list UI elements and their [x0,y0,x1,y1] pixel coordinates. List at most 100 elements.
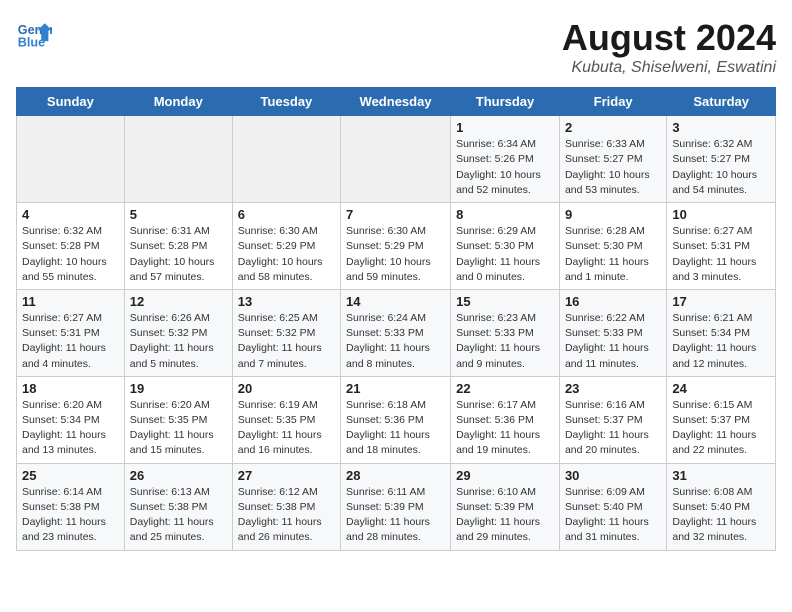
day-number: 14 [346,294,445,309]
calendar-cell: 30 Sunrise: 6:09 AM Sunset: 5:40 PM Dayli… [559,463,666,550]
day-info: Sunrise: 6:25 AM Sunset: 5:32 PM Dayligh… [238,311,335,372]
calendar-cell: 12 Sunrise: 6:26 AM Sunset: 5:32 PM Dayli… [124,289,232,376]
calendar-cell: 11Sunrise: 6:27 AM Sunset: 5:31 PM Dayli… [17,289,125,376]
calendar-cell: 18Sunrise: 6:20 AM Sunset: 5:34 PM Dayli… [17,376,125,463]
day-info: Sunrise: 6:13 AM Sunset: 5:38 PM Dayligh… [130,485,227,546]
day-number: 30 [565,468,661,483]
day-number: 31 [672,468,770,483]
weekday-header-sunday: Sunday [17,88,125,116]
day-info: Sunrise: 6:23 AM Sunset: 5:33 PM Dayligh… [456,311,554,372]
day-number: 15 [456,294,554,309]
day-info: Sunrise: 6:21 AM Sunset: 5:34 PM Dayligh… [672,311,770,372]
day-number: 27 [238,468,335,483]
day-info: Sunrise: 6:09 AM Sunset: 5:40 PM Dayligh… [565,485,661,546]
day-info: Sunrise: 6:32 AM Sunset: 5:28 PM Dayligh… [22,224,119,285]
day-number: 24 [672,381,770,396]
calendar-cell: 16 Sunrise: 6:22 AM Sunset: 5:33 PM Dayli… [559,289,666,376]
day-info: Sunrise: 6:17 AM Sunset: 5:36 PM Dayligh… [456,398,554,459]
day-info: Sunrise: 6:27 AM Sunset: 5:31 PM Dayligh… [672,224,770,285]
calendar-cell: 19 Sunrise: 6:20 AM Sunset: 5:35 PM Dayli… [124,376,232,463]
calendar-cell: 26 Sunrise: 6:13 AM Sunset: 5:38 PM Dayli… [124,463,232,550]
day-info: Sunrise: 6:33 AM Sunset: 5:27 PM Dayligh… [565,137,661,198]
calendar-cell [124,116,232,203]
day-info: Sunrise: 6:20 AM Sunset: 5:35 PM Dayligh… [130,398,227,459]
calendar-cell [17,116,125,203]
day-number: 3 [672,120,770,135]
header: General Blue August 2024 Kubuta, Shiselw… [16,16,776,77]
calendar-cell: 4 Sunrise: 6:32 AM Sunset: 5:28 PM Daylig… [17,203,125,290]
calendar-cell: 29Sunrise: 6:10 AM Sunset: 5:39 PM Dayli… [451,463,560,550]
week-row-1: 1 Sunrise: 6:34 AM Sunset: 5:26 PM Daylig… [17,116,776,203]
subtitle: Kubuta, Shiselweni, Eswatini [562,59,776,77]
calendar-cell: 17Sunrise: 6:21 AM Sunset: 5:34 PM Dayli… [667,289,776,376]
calendar-cell: 31 Sunrise: 6:08 AM Sunset: 5:40 PM Dayli… [667,463,776,550]
calendar-cell: 13Sunrise: 6:25 AM Sunset: 5:32 PM Dayli… [232,289,340,376]
svg-text:Blue: Blue [18,36,45,50]
day-info: Sunrise: 6:28 AM Sunset: 5:30 PM Dayligh… [565,224,661,285]
calendar-cell: 2 Sunrise: 6:33 AM Sunset: 5:27 PM Daylig… [559,116,666,203]
weekday-header-thursday: Thursday [451,88,560,116]
weekday-header-row: SundayMondayTuesdayWednesdayThursdayFrid… [17,88,776,116]
day-info: Sunrise: 6:34 AM Sunset: 5:26 PM Dayligh… [456,137,554,198]
weekday-header-tuesday: Tuesday [232,88,340,116]
day-info: Sunrise: 6:20 AM Sunset: 5:34 PM Dayligh… [22,398,119,459]
calendar-cell: 14Sunrise: 6:24 AM Sunset: 5:33 PM Dayli… [341,289,451,376]
day-info: Sunrise: 6:22 AM Sunset: 5:33 PM Dayligh… [565,311,661,372]
day-info: Sunrise: 6:11 AM Sunset: 5:39 PM Dayligh… [346,485,445,546]
calendar-cell: 27 Sunrise: 6:12 AM Sunset: 5:38 PM Dayli… [232,463,340,550]
calendar-cell: 9 Sunrise: 6:28 AM Sunset: 5:30 PM Daylig… [559,203,666,290]
day-number: 25 [22,468,119,483]
weekday-header-monday: Monday [124,88,232,116]
day-info: Sunrise: 6:18 AM Sunset: 5:36 PM Dayligh… [346,398,445,459]
day-number: 1 [456,120,554,135]
day-info: Sunrise: 6:29 AM Sunset: 5:30 PM Dayligh… [456,224,554,285]
calendar-cell: 6Sunrise: 6:30 AM Sunset: 5:29 PM Daylig… [232,203,340,290]
day-number: 16 [565,294,661,309]
day-number: 8 [456,207,554,222]
calendar-cell: 25Sunrise: 6:14 AM Sunset: 5:38 PM Dayli… [17,463,125,550]
day-number: 26 [130,468,227,483]
calendar-cell: 5 Sunrise: 6:31 AM Sunset: 5:28 PM Daylig… [124,203,232,290]
day-number: 22 [456,381,554,396]
day-number: 7 [346,207,445,222]
day-number: 28 [346,468,445,483]
week-row-3: 11Sunrise: 6:27 AM Sunset: 5:31 PM Dayli… [17,289,776,376]
day-number: 10 [672,207,770,222]
calendar-cell: 10 Sunrise: 6:27 AM Sunset: 5:31 PM Dayli… [667,203,776,290]
calendar-cell: 15 Sunrise: 6:23 AM Sunset: 5:33 PM Dayli… [451,289,560,376]
calendar-cell: 1 Sunrise: 6:34 AM Sunset: 5:26 PM Daylig… [451,116,560,203]
day-info: Sunrise: 6:10 AM Sunset: 5:39 PM Dayligh… [456,485,554,546]
calendar-table: SundayMondayTuesdayWednesdayThursdayFrid… [16,87,776,550]
day-info: Sunrise: 6:08 AM Sunset: 5:40 PM Dayligh… [672,485,770,546]
day-number: 19 [130,381,227,396]
calendar-cell: 28 Sunrise: 6:11 AM Sunset: 5:39 PM Dayli… [341,463,451,550]
day-number: 4 [22,207,119,222]
main-title: August 2024 [562,16,776,59]
week-row-2: 4 Sunrise: 6:32 AM Sunset: 5:28 PM Daylig… [17,203,776,290]
weekday-header-saturday: Saturday [667,88,776,116]
calendar-cell: 23 Sunrise: 6:16 AM Sunset: 5:37 PM Dayli… [559,376,666,463]
day-info: Sunrise: 6:30 AM Sunset: 5:29 PM Dayligh… [346,224,445,285]
day-number: 9 [565,207,661,222]
logo: General Blue [16,16,52,52]
calendar-cell: 7 Sunrise: 6:30 AM Sunset: 5:29 PM Daylig… [341,203,451,290]
day-info: Sunrise: 6:19 AM Sunset: 5:35 PM Dayligh… [238,398,335,459]
calendar-cell [232,116,340,203]
day-number: 23 [565,381,661,396]
day-info: Sunrise: 6:15 AM Sunset: 5:37 PM Dayligh… [672,398,770,459]
day-number: 2 [565,120,661,135]
day-info: Sunrise: 6:26 AM Sunset: 5:32 PM Dayligh… [130,311,227,372]
weekday-header-friday: Friday [559,88,666,116]
day-info: Sunrise: 6:30 AM Sunset: 5:29 PM Dayligh… [238,224,335,285]
calendar-cell: 24 Sunrise: 6:15 AM Sunset: 5:37 PM Dayli… [667,376,776,463]
day-info: Sunrise: 6:12 AM Sunset: 5:38 PM Dayligh… [238,485,335,546]
day-number: 20 [238,381,335,396]
day-info: Sunrise: 6:31 AM Sunset: 5:28 PM Dayligh… [130,224,227,285]
calendar-cell: 21Sunrise: 6:18 AM Sunset: 5:36 PM Dayli… [341,376,451,463]
title-area: August 2024 Kubuta, Shiselweni, Eswatini [562,16,776,77]
day-info: Sunrise: 6:27 AM Sunset: 5:31 PM Dayligh… [22,311,119,372]
day-number: 12 [130,294,227,309]
calendar-cell: 8 Sunrise: 6:29 AM Sunset: 5:30 PM Daylig… [451,203,560,290]
day-info: Sunrise: 6:16 AM Sunset: 5:37 PM Dayligh… [565,398,661,459]
day-number: 5 [130,207,227,222]
